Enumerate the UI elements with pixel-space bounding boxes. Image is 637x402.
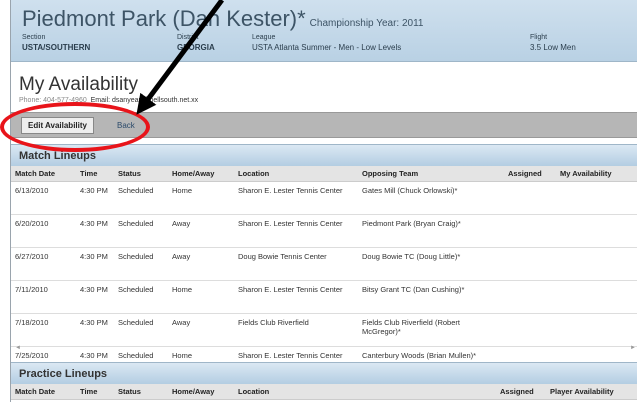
annotation-arrow-icon [136,0,225,115]
